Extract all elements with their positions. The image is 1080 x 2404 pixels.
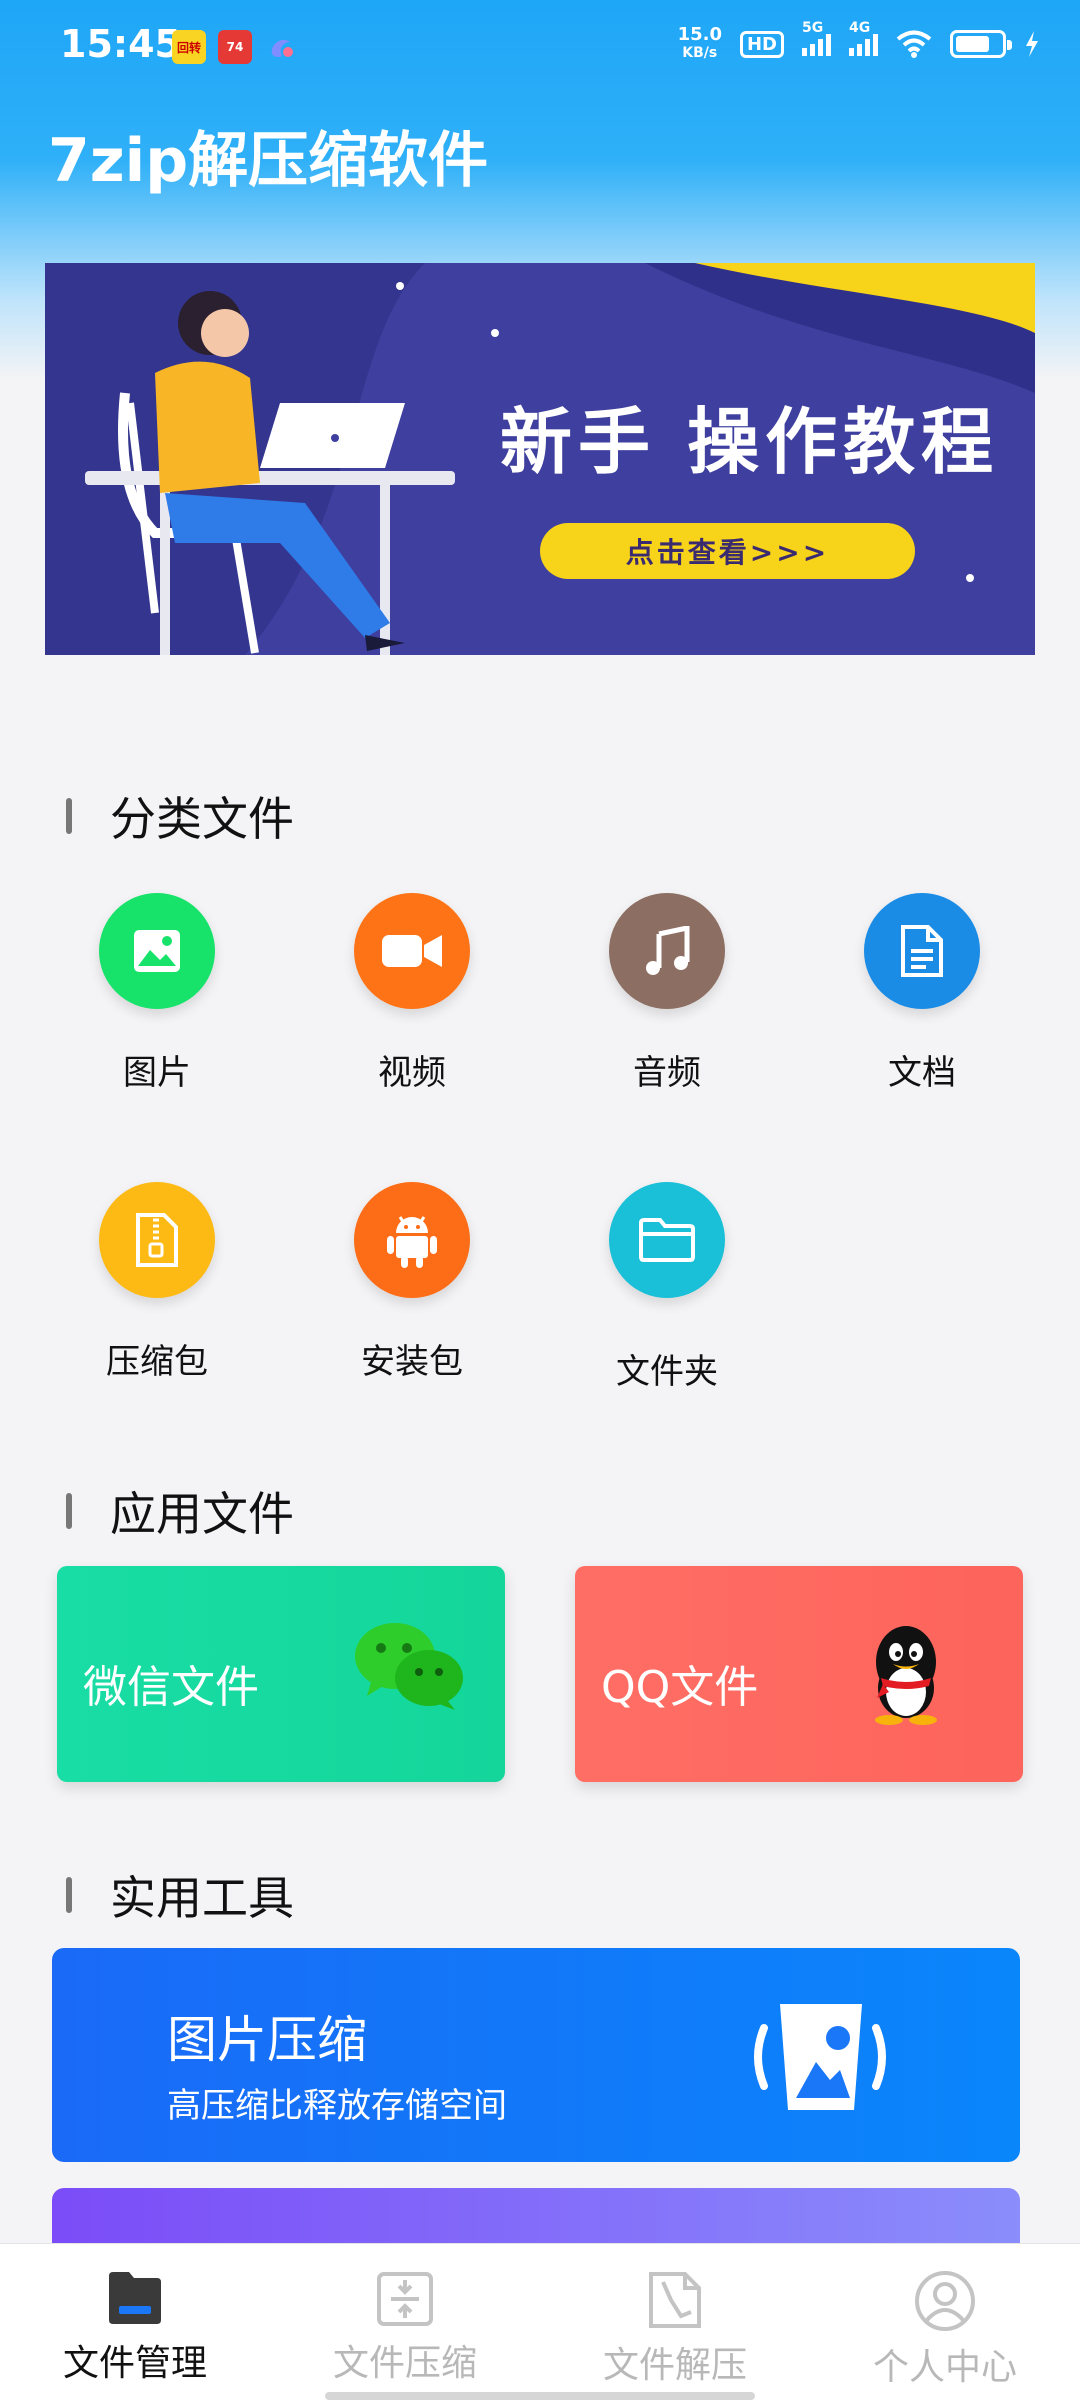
wechat-icon xyxy=(355,1623,463,1710)
network-speed-value: 15.0 xyxy=(677,24,722,45)
notification-app-icon: 74 xyxy=(218,30,252,64)
section-app-files-header: 应用文件 xyxy=(66,1478,294,1544)
folder-icon xyxy=(109,2272,161,2324)
section-marker xyxy=(66,1877,72,1913)
network-speed: 15.0 KB/s xyxy=(678,26,722,62)
section-title: 实用工具 xyxy=(110,1871,294,1925)
image-icon xyxy=(99,893,215,1009)
qq-files-label: QQ文件 xyxy=(601,1662,759,1713)
wifi-icon xyxy=(896,30,932,58)
tool-subtitle: 高压缩比释放存储空间 xyxy=(167,2086,507,2126)
nav-profile[interactable]: 个人中心 xyxy=(810,2244,1080,2404)
video-icon xyxy=(354,893,470,1009)
section-title: 应用文件 xyxy=(110,1487,294,1541)
zip-icon xyxy=(99,1182,215,1298)
status-notification-icons: 回转 74 xyxy=(172,30,298,64)
image-compress-icon xyxy=(754,2004,886,2110)
section-categories-header: 分类文件 xyxy=(66,783,294,849)
nav-label: 文件压缩 xyxy=(332,2343,477,2384)
document-icon xyxy=(864,893,980,1009)
nav-file-extract[interactable]: 文件解压 xyxy=(540,2244,810,2404)
hd-badge: HD xyxy=(739,30,784,58)
user-icon xyxy=(915,2271,975,2331)
signal-4g-icon: 4G xyxy=(849,20,878,56)
category-label: 文件夹 xyxy=(616,1352,718,1392)
tutorial-banner[interactable]: 新手 操作教程 点击查看>>> xyxy=(45,263,1035,655)
category-folders[interactable]: 文件夹 xyxy=(567,1182,767,1393)
battery-level xyxy=(956,36,989,52)
category-label: 音频 xyxy=(633,1053,701,1093)
android-icon xyxy=(354,1182,470,1298)
category-label: 图片 xyxy=(123,1053,191,1093)
category-apks[interactable]: 安装包 xyxy=(312,1182,512,1383)
notification-app-icon xyxy=(271,39,293,58)
home-indicator[interactable] xyxy=(325,2392,755,2400)
charging-icon xyxy=(1026,31,1038,57)
section-marker xyxy=(66,798,72,834)
section-title: 分类文件 xyxy=(110,792,294,846)
signal-4g-label: 4G xyxy=(849,20,871,36)
category-audio[interactable]: 音频 xyxy=(567,893,767,1094)
nav-file-manager[interactable]: 文件管理 xyxy=(0,2244,270,2404)
nav-label: 个人中心 xyxy=(872,2347,1017,2388)
app-title: 7zip解压缩软件 xyxy=(48,126,489,196)
category-videos[interactable]: 视频 xyxy=(312,893,512,1094)
status-time: 15:45 xyxy=(60,22,181,66)
category-images[interactable]: 图片 xyxy=(57,893,257,1094)
wechat-files-label: 微信文件 xyxy=(83,1662,259,1713)
category-archives[interactable]: 压缩包 xyxy=(57,1182,257,1383)
category-label: 安装包 xyxy=(361,1342,463,1382)
banner-title: 新手 操作教程 xyxy=(500,399,1000,484)
category-label: 视频 xyxy=(378,1053,446,1093)
section-marker xyxy=(66,1493,72,1529)
qq-penguin-icon xyxy=(875,1626,937,1725)
nav-label: 文件解压 xyxy=(602,2345,747,2386)
category-label: 压缩包 xyxy=(106,1342,208,1382)
category-documents[interactable]: 文档 xyxy=(822,893,1022,1094)
network-speed-unit: KB/s xyxy=(682,45,718,61)
banner-cta-button[interactable]: 点击查看>>> xyxy=(540,523,915,579)
nav-file-compress[interactable]: 文件压缩 xyxy=(270,2244,540,2404)
tool-title: 图片压缩 xyxy=(167,2011,367,2069)
status-indicators: 15.0 KB/s HD 5G 4G xyxy=(678,20,1040,62)
category-label: 文档 xyxy=(888,1053,956,1093)
folder-icon xyxy=(609,1182,725,1298)
music-icon xyxy=(609,893,725,1009)
status-bar: 15:45 回转 74 15.0 KB/s HD 5G 4G xyxy=(0,0,1080,96)
wechat-files-card[interactable]: 微信文件 xyxy=(57,1566,505,1782)
notification-app-icon: 回转 xyxy=(172,30,206,64)
signal-5g-icon: 5G xyxy=(802,20,831,56)
image-compress-card[interactable]: 图片压缩 高压缩比释放存储空间 xyxy=(52,1948,1020,2162)
section-tools-header: 实用工具 xyxy=(66,1862,294,1928)
battery-icon xyxy=(950,30,1012,58)
extract-icon xyxy=(649,2272,701,2328)
bottom-navigation: 文件管理 文件压缩 文件解压 个人中心 xyxy=(0,2243,1080,2404)
signal-5g-label: 5G xyxy=(802,20,824,36)
nav-label: 文件管理 xyxy=(62,2343,207,2384)
qq-files-card[interactable]: QQ文件 xyxy=(575,1566,1023,1782)
compress-icon xyxy=(377,2272,433,2326)
